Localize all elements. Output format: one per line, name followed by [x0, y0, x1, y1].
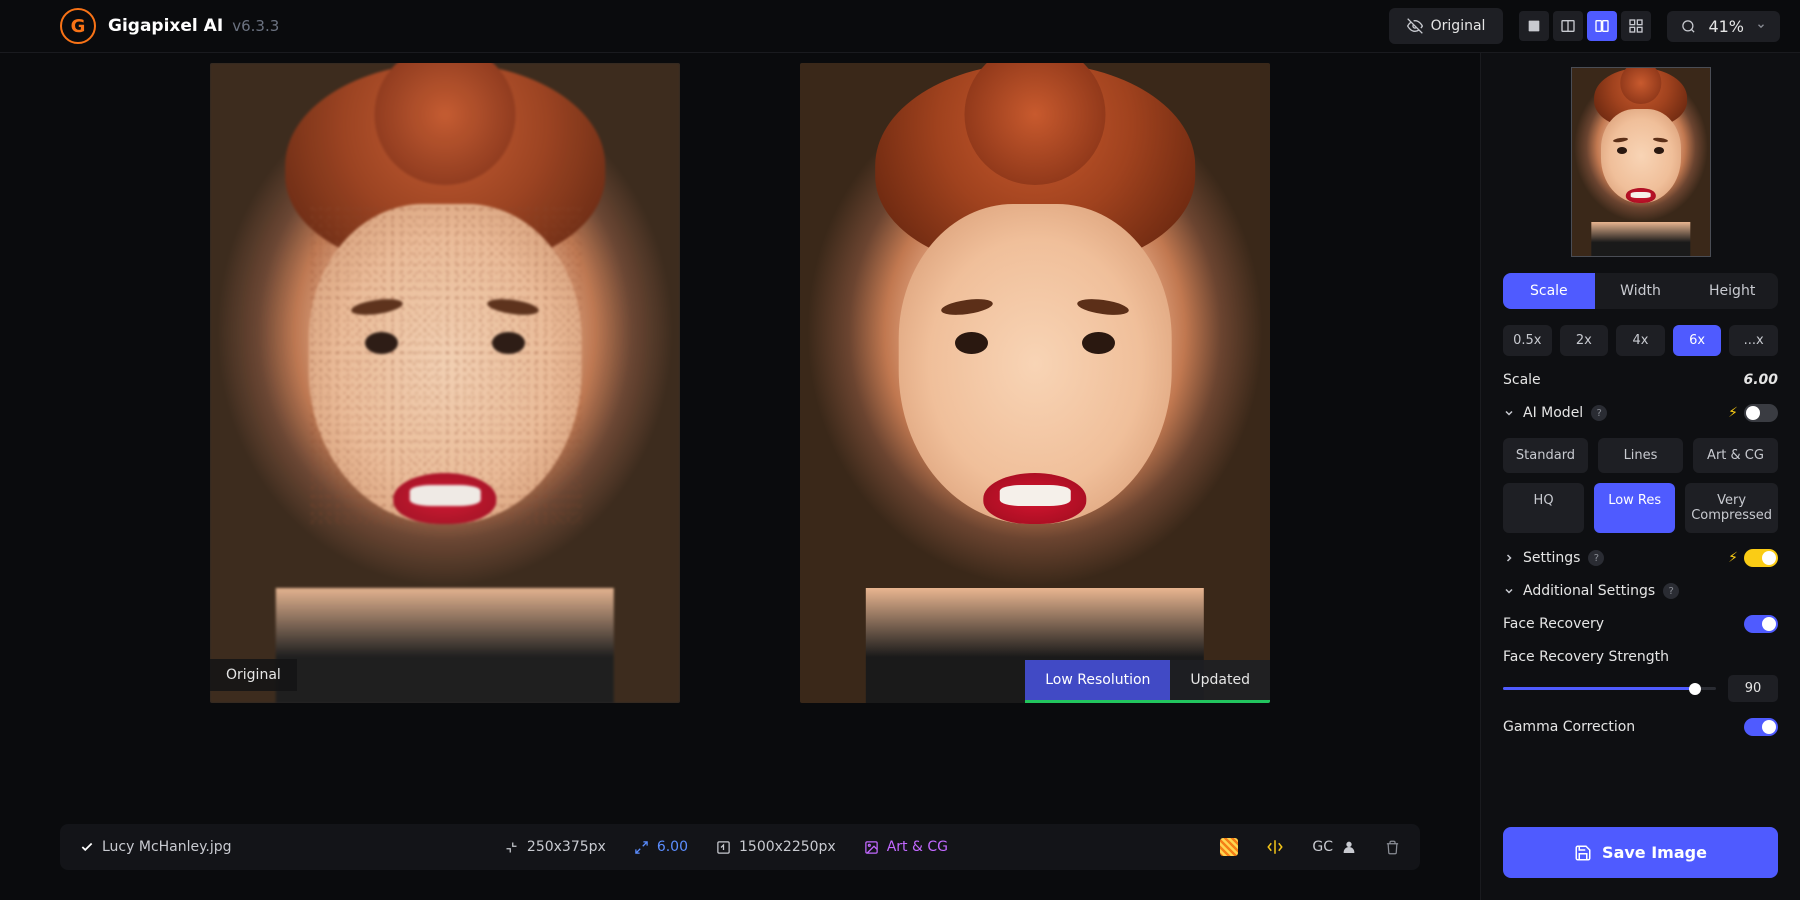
user-initials: GC — [1312, 839, 1333, 855]
file-info-bar: Lucy McHanley.jpg 250x375px 6.00 1500x22… — [60, 824, 1420, 870]
model-grid: Standard Lines Art & CG HQ Low Res Very … — [1503, 438, 1778, 533]
original-pane[interactable]: Original — [210, 63, 680, 703]
person-icon[interactable] — [1341, 839, 1357, 855]
face-recovery-label: Face Recovery — [1503, 616, 1604, 632]
tab-width[interactable]: Width — [1595, 273, 1687, 309]
additional-settings-section[interactable]: Additional Settings ? — [1503, 583, 1778, 599]
scale-number: 6.00 — [1743, 372, 1778, 388]
toggle-original-button[interactable]: Original — [1389, 8, 1504, 44]
output-pane[interactable]: Low Resolution Updated ☺ ☹ — [800, 63, 1270, 703]
help-icon[interactable]: ? — [1663, 583, 1679, 599]
image-icon — [864, 840, 879, 855]
chevron-down-icon — [1503, 407, 1515, 419]
output-dimensions: 1500x2250px — [739, 839, 836, 855]
resize-mode-tabs: Scale Width Height — [1503, 273, 1778, 309]
help-icon[interactable]: ? — [1588, 550, 1604, 566]
ai-model-section[interactable]: AI Model ? — [1503, 405, 1607, 421]
preset-6x[interactable]: 6x — [1673, 325, 1722, 356]
collapse-icon — [504, 840, 519, 855]
tab-scale[interactable]: Scale — [1503, 273, 1595, 309]
face-strength-slider[interactable] — [1503, 687, 1716, 690]
preset-05x[interactable]: 0.5x — [1503, 325, 1552, 356]
sidebar: Scale Width Height 0.5x 2x 4x 6x ...x Sc… — [1480, 53, 1800, 900]
bolt-icon: ⚡ — [1728, 405, 1738, 421]
gamma-label: Gamma Correction — [1503, 719, 1635, 735]
settings-label: Settings — [1523, 550, 1580, 566]
bolt-icon: ⚡ — [1728, 550, 1738, 566]
save-image-button[interactable]: Save Image — [1503, 827, 1778, 878]
mode-label: Art & CG — [887, 839, 948, 855]
filename: Lucy McHanley.jpg — [102, 839, 232, 855]
model-lowres[interactable]: Low Res — [1594, 483, 1675, 533]
zoom-value: 41% — [1708, 17, 1744, 36]
view-sidebyside-button[interactable] — [1587, 11, 1617, 41]
tab-height[interactable]: Height — [1686, 273, 1778, 309]
chevron-right-icon — [1503, 552, 1515, 564]
chevron-down-icon — [1503, 585, 1515, 597]
preset-4x[interactable]: 4x — [1616, 325, 1665, 356]
app-title: Gigapixel AI — [108, 16, 223, 36]
app-version: v6.3.3 — [232, 17, 279, 35]
settings-section[interactable]: Settings ? — [1503, 550, 1604, 566]
gamma-toggle[interactable] — [1744, 718, 1778, 736]
output-icon — [716, 840, 731, 855]
model-hq[interactable]: HQ — [1503, 483, 1584, 533]
face-recovery-toggle[interactable] — [1744, 615, 1778, 633]
save-btn-label: Save Image — [1602, 843, 1707, 862]
view-single-button[interactable] — [1519, 11, 1549, 41]
chevron-down-icon — [1756, 21, 1766, 31]
original-label: Original — [210, 659, 297, 691]
preset-custom[interactable]: ...x — [1729, 325, 1778, 356]
thumbnail-icon[interactable] — [1220, 838, 1238, 856]
check-icon — [80, 840, 94, 854]
scale-presets: 0.5x 2x 4x 6x ...x — [1503, 325, 1778, 356]
canvas-area: Original Low Resolution Updated ☺ ☹ — [0, 53, 1480, 900]
input-dimensions: 250x375px — [527, 839, 606, 855]
scale-label: Scale — [1503, 372, 1541, 388]
output-status-label: Updated — [1170, 660, 1270, 700]
scale-value: 6.00 — [657, 839, 688, 855]
original-btn-label: Original — [1431, 18, 1486, 34]
additional-settings-label: Additional Settings — [1523, 583, 1655, 599]
eye-off-icon — [1407, 18, 1423, 34]
save-icon — [1574, 844, 1592, 862]
face-strength-label: Face Recovery Strength — [1503, 649, 1778, 665]
app-logo-icon: G — [60, 8, 96, 44]
view-grid-button[interactable] — [1621, 11, 1651, 41]
view-split-button[interactable] — [1553, 11, 1583, 41]
compare-icon[interactable] — [1266, 838, 1284, 856]
settings-auto-toggle[interactable] — [1744, 549, 1778, 567]
help-icon[interactable]: ? — [1591, 405, 1607, 421]
model-artcg[interactable]: Art & CG — [1693, 438, 1778, 473]
model-verycompressed[interactable]: Very Compressed — [1685, 483, 1778, 533]
ai-model-label: AI Model — [1523, 405, 1583, 421]
topbar: G Gigapixel AI v6.3.3 Original 41% — [0, 0, 1800, 53]
brand: G Gigapixel AI v6.3.3 — [60, 8, 279, 44]
zoom-control[interactable]: 41% — [1667, 11, 1780, 42]
view-mode-group — [1519, 11, 1651, 41]
model-standard[interactable]: Standard — [1503, 438, 1588, 473]
file-selected[interactable]: Lucy McHanley.jpg — [80, 839, 232, 855]
model-lines[interactable]: Lines — [1598, 438, 1683, 473]
navigator-thumbnail[interactable] — [1571, 67, 1711, 257]
zoom-icon — [1681, 19, 1696, 34]
output-model-label: Low Resolution — [1025, 660, 1170, 700]
preset-2x[interactable]: 2x — [1560, 325, 1609, 356]
face-strength-value[interactable]: 90 — [1728, 675, 1778, 702]
ai-model-auto-toggle[interactable] — [1744, 404, 1778, 422]
trash-icon[interactable] — [1385, 840, 1400, 855]
expand-icon — [634, 840, 649, 855]
